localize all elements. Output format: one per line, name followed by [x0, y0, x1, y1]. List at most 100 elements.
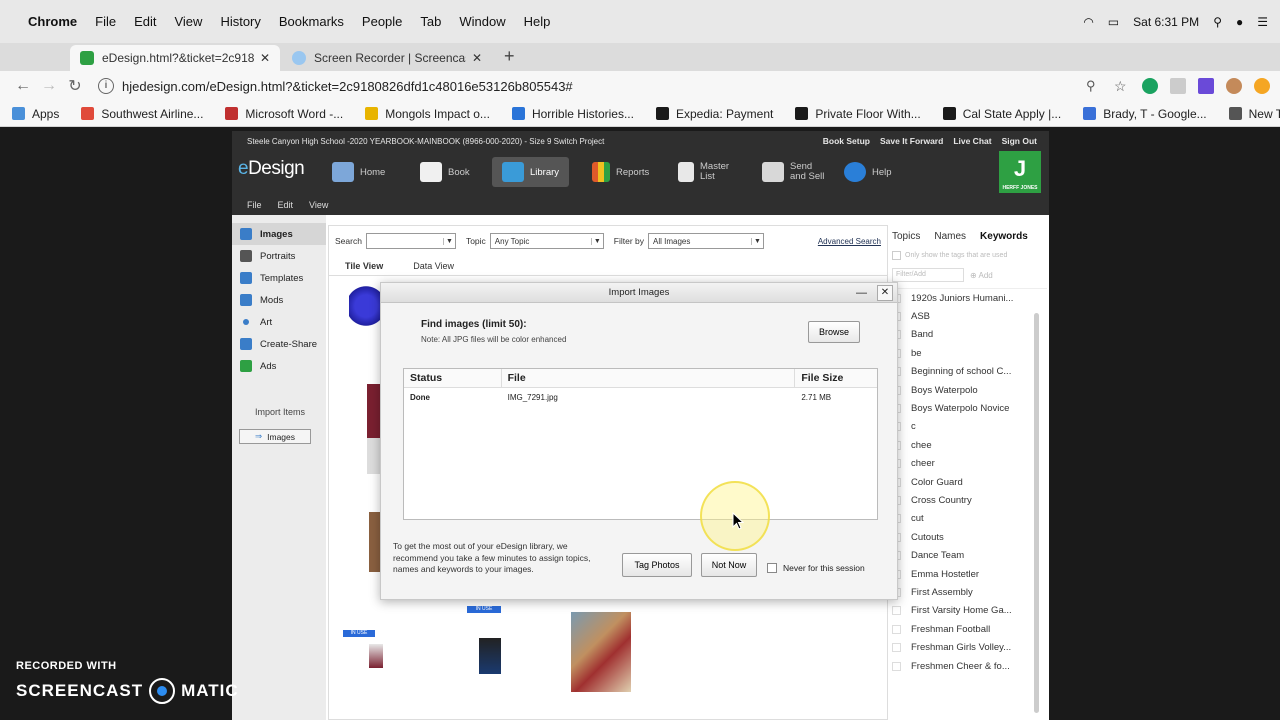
bookmark-mongols[interactable]: Mongols Impact o...: [365, 107, 490, 121]
clock[interactable]: Sat 6:31 PM: [1133, 15, 1199, 29]
battery-icon[interactable]: ▭: [1108, 15, 1119, 29]
keyword-item[interactable]: cut: [892, 510, 1047, 528]
never-for-session-option[interactable]: Never for this session: [767, 563, 865, 573]
bookmark-star-icon[interactable]: ☆: [1114, 78, 1130, 94]
menu-people[interactable]: People: [362, 14, 402, 29]
keyword-item[interactable]: Freshmen Cheer & fo...: [892, 657, 1047, 675]
bookmark-word[interactable]: Microsoft Word -...: [225, 107, 343, 121]
keyword-item[interactable]: Freshman Football: [892, 620, 1047, 638]
tab-edesign[interactable]: eDesign.html?&ticket=2c9180 ✕: [70, 45, 280, 71]
only-show-used-tags[interactable]: Only show the tags that are used: [892, 251, 1047, 260]
notification-center-icon[interactable]: ☰: [1257, 15, 1268, 29]
close-tab-icon[interactable]: ✕: [472, 51, 482, 65]
keyword-item[interactable]: Cutouts: [892, 528, 1047, 546]
reload-icon[interactable]: ↻: [62, 76, 88, 96]
keyword-item[interactable]: Freshman Girls Volley...: [892, 638, 1047, 656]
keyword-item[interactable]: c: [892, 418, 1047, 436]
app-menu-view[interactable]: View: [309, 200, 328, 210]
forward-icon[interactable]: →: [36, 77, 62, 95]
grammarly-extension-icon[interactable]: [1142, 78, 1158, 94]
keyword-item[interactable]: chee: [892, 436, 1047, 454]
tab-topics[interactable]: Topics: [892, 231, 920, 242]
back-icon[interactable]: ←: [10, 77, 36, 95]
image-thumbnail[interactable]: [369, 644, 383, 668]
menu-bookmarks[interactable]: Bookmarks: [279, 14, 344, 29]
extension-icon[interactable]: [1254, 78, 1270, 94]
project-breadcrumb[interactable]: Steele Canyon High School -2020 YEARBOOK…: [247, 137, 604, 146]
advanced-search-link[interactable]: Advanced Search: [818, 237, 881, 246]
table-row[interactable]: Done IMG_7291.jpg 2.71 MB: [404, 388, 877, 406]
menu-file[interactable]: File: [95, 14, 116, 29]
checkbox[interactable]: [892, 661, 901, 671]
checkbox[interactable]: [892, 251, 901, 260]
url-text[interactable]: hjedesign.com/eDesign.html?&ticket=2c918…: [122, 79, 573, 94]
sidebar-item-ads[interactable]: Ads: [232, 355, 326, 377]
menu-app-name[interactable]: Chrome: [28, 14, 77, 29]
tag-photos-button[interactable]: Tag Photos: [622, 553, 692, 577]
new-tab-button[interactable]: +: [504, 46, 515, 67]
nav-send-and-sell[interactable]: Send and Sell: [762, 157, 830, 187]
url-bar[interactable]: i hjedesign.com/eDesign.html?&ticket=2c9…: [98, 74, 1078, 98]
chevron-down-icon[interactable]: ▼: [442, 237, 455, 245]
menu-view[interactable]: View: [174, 14, 202, 29]
minimize-icon[interactable]: —: [856, 283, 867, 303]
siri-icon[interactable]: ●: [1236, 15, 1243, 29]
checkbox[interactable]: [767, 563, 777, 573]
topic-select[interactable]: Any Topic ▼: [489, 233, 604, 249]
bookmark-brady[interactable]: Brady, T - Google...: [1083, 107, 1207, 121]
add-tag-button[interactable]: ⊕ Add: [970, 271, 993, 280]
nav-reports[interactable]: Reports: [592, 157, 649, 187]
sidebar-item-templates[interactable]: Templates: [232, 267, 326, 289]
tab-names[interactable]: Names: [934, 231, 966, 242]
checkbox[interactable]: [892, 643, 901, 653]
search-input[interactable]: ▼: [365, 233, 456, 249]
menu-edit[interactable]: Edit: [134, 14, 156, 29]
keyword-item[interactable]: Beginning of school C...: [892, 363, 1047, 381]
keyword-item[interactable]: First Assembly: [892, 583, 1047, 601]
menu-tab[interactable]: Tab: [420, 14, 441, 29]
column-header-file-size[interactable]: File Size: [795, 369, 877, 387]
wifi-icon[interactable]: ◠: [1083, 15, 1093, 29]
close-tab-icon[interactable]: ✕: [260, 51, 270, 65]
sign-out-link[interactable]: Sign Out: [1002, 136, 1037, 146]
app-menu-file[interactable]: File: [247, 200, 262, 210]
keyword-item[interactable]: ASB: [892, 307, 1047, 325]
keyword-item[interactable]: First Varsity Home Ga...: [892, 602, 1047, 620]
dialog-titlebar[interactable]: Import Images — ✕: [381, 283, 897, 303]
keyword-item[interactable]: Color Guard: [892, 473, 1047, 491]
nav-book[interactable]: Book: [420, 157, 470, 187]
site-info-icon[interactable]: i: [98, 78, 114, 94]
bookmark-cal-state[interactable]: Cal State Apply |...: [942, 107, 1061, 121]
keyword-item[interactable]: Dance Team: [892, 546, 1047, 564]
image-thumbnail[interactable]: [571, 612, 631, 692]
extension-icon[interactable]: [1198, 78, 1214, 94]
keyword-item[interactable]: 1920s Juniors Humani...: [892, 289, 1047, 307]
column-header-status[interactable]: Status: [404, 369, 502, 387]
image-thumbnail[interactable]: [349, 284, 383, 328]
close-icon[interactable]: ✕: [877, 285, 893, 301]
zoom-icon[interactable]: ⚲: [1086, 78, 1102, 94]
menu-window[interactable]: Window: [459, 14, 505, 29]
save-it-forward-link[interactable]: Save It Forward: [880, 136, 943, 146]
tab-keywords[interactable]: Keywords: [980, 231, 1028, 242]
menu-help[interactable]: Help: [524, 14, 551, 29]
keyword-item[interactable]: Band: [892, 326, 1047, 344]
sidebar-item-images[interactable]: Images: [232, 223, 326, 245]
sidebar-item-mods[interactable]: Mods: [232, 289, 326, 311]
keyword-item[interactable]: Cross Country: [892, 491, 1047, 509]
image-thumbnail[interactable]: [479, 638, 501, 674]
sidebar-item-art[interactable]: Art: [232, 311, 326, 333]
bookmark-private-floor[interactable]: Private Floor With...: [795, 107, 921, 121]
image-thumbnail[interactable]: [367, 384, 381, 474]
filter-add-input[interactable]: Filter/Add: [892, 268, 964, 282]
import-images-button[interactable]: ⇒ Images: [239, 429, 311, 444]
keyword-item[interactable]: Emma Hostetler: [892, 565, 1047, 583]
column-header-file[interactable]: File: [502, 369, 796, 387]
spotlight-search-icon[interactable]: ⚲: [1213, 15, 1222, 29]
menu-history[interactable]: History: [220, 14, 260, 29]
tab-screencast[interactable]: Screen Recorder | Screencast- ✕: [282, 45, 492, 71]
checkbox[interactable]: [892, 606, 901, 616]
browse-button[interactable]: Browse: [808, 321, 860, 343]
bookmark-expedia[interactable]: Expedia: Payment: [655, 107, 773, 121]
keyword-item[interactable]: cheer: [892, 455, 1047, 473]
